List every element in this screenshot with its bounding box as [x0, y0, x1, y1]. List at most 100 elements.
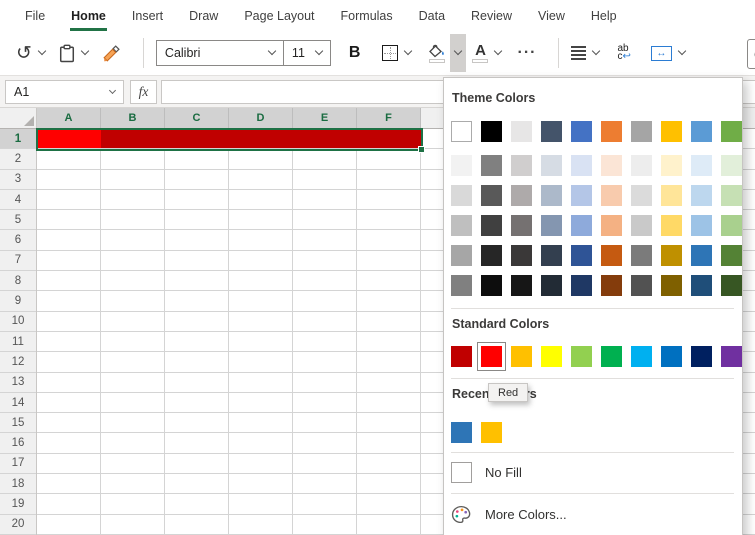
theme-variant-swatch[interactable] [451, 275, 472, 296]
row-header-6[interactable]: 6 [0, 230, 36, 250]
undo-button[interactable]: ↺ [16, 44, 45, 63]
theme-variant-swatch[interactable] [631, 155, 652, 176]
merge-center-button[interactable]: ↔ [651, 46, 685, 61]
menu-item-help[interactable]: Help [578, 0, 630, 31]
theme-variant-swatch[interactable] [631, 245, 652, 266]
insert-function-button[interactable]: fx [130, 80, 157, 104]
standard-color-swatch[interactable] [481, 346, 502, 367]
chevron-down-icon[interactable] [315, 47, 323, 55]
theme-variant-swatch[interactable] [481, 245, 502, 266]
wrap-text-button[interactable]: ab c↩ [617, 45, 630, 61]
column-header-e[interactable]: E [293, 108, 357, 128]
theme-variant-swatch[interactable] [691, 185, 712, 206]
fill-color-dropdown-toggle[interactable] [450, 34, 466, 72]
theme-color-swatch[interactable] [571, 121, 592, 142]
column-header-f[interactable]: F [357, 108, 421, 128]
bold-button[interactable]: B [341, 44, 369, 62]
recent-color-swatch[interactable] [481, 422, 502, 443]
chevron-down-icon[interactable] [38, 47, 46, 55]
theme-color-swatch[interactable] [721, 121, 742, 142]
standard-color-swatch[interactable] [511, 346, 532, 367]
theme-variant-swatch[interactable] [451, 185, 472, 206]
theme-color-swatch[interactable] [631, 121, 652, 142]
theme-variant-swatch[interactable] [481, 155, 502, 176]
theme-variant-swatch[interactable] [511, 155, 532, 176]
paste-button[interactable] [59, 44, 88, 63]
standard-color-swatch[interactable] [571, 346, 592, 367]
number-format-button-partial[interactable]: G [747, 39, 755, 69]
chevron-down-icon[interactable] [404, 47, 412, 55]
column-header-b[interactable]: B [101, 108, 165, 128]
theme-variant-swatch[interactable] [691, 155, 712, 176]
theme-color-swatch[interactable] [451, 121, 472, 142]
column-header-a[interactable]: A [37, 108, 101, 128]
fill-handle[interactable] [418, 146, 425, 153]
font-name-combobox[interactable]: Calibri [156, 40, 284, 66]
row-header-1[interactable]: 1 [0, 129, 36, 149]
theme-variant-swatch[interactable] [541, 155, 562, 176]
theme-variant-swatch[interactable] [691, 215, 712, 236]
theme-variant-swatch[interactable] [571, 275, 592, 296]
standard-color-swatch[interactable] [601, 346, 622, 367]
theme-color-swatch[interactable] [541, 121, 562, 142]
theme-variant-swatch[interactable] [601, 215, 622, 236]
theme-variant-swatch[interactable] [481, 215, 502, 236]
theme-variant-swatch[interactable] [721, 215, 742, 236]
column-header-c[interactable]: C [165, 108, 229, 128]
row-header-7[interactable]: 7 [0, 251, 36, 271]
borders-button[interactable] [382, 45, 411, 61]
no-fill-option[interactable]: No Fill [451, 460, 740, 484]
theme-variant-swatch[interactable] [571, 245, 592, 266]
standard-color-swatch[interactable] [691, 346, 712, 367]
theme-variant-swatch[interactable] [601, 245, 622, 266]
theme-variant-swatch[interactable] [451, 245, 472, 266]
theme-variant-swatch[interactable] [601, 155, 622, 176]
row-header-4[interactable]: 4 [0, 190, 36, 210]
menu-item-review[interactable]: Review [458, 0, 525, 31]
theme-color-swatch[interactable] [481, 121, 502, 142]
standard-color-swatch[interactable] [661, 346, 682, 367]
row-header-20[interactable]: 20 [0, 515, 36, 535]
standard-color-swatch-hovered[interactable] [477, 342, 506, 371]
theme-variant-swatch[interactable] [661, 275, 682, 296]
theme-variant-swatch[interactable] [721, 185, 742, 206]
chevron-down-icon[interactable] [494, 47, 502, 55]
chevron-down-icon[interactable] [678, 47, 686, 55]
row-header-11[interactable]: 11 [0, 332, 36, 352]
theme-variant-swatch[interactable] [631, 185, 652, 206]
row-header-19[interactable]: 19 [0, 494, 36, 514]
theme-variant-swatch[interactable] [511, 215, 532, 236]
column-header-d[interactable]: D [229, 108, 293, 128]
theme-variant-swatch[interactable] [661, 215, 682, 236]
theme-variant-swatch[interactable] [511, 275, 532, 296]
theme-variant-swatch[interactable] [451, 155, 472, 176]
theme-color-swatch[interactable] [661, 121, 682, 142]
align-button[interactable] [571, 46, 599, 60]
row-header-12[interactable]: 12 [0, 352, 36, 372]
theme-variant-swatch[interactable] [691, 245, 712, 266]
more-formatting-button[interactable]: ··· [517, 44, 536, 62]
menu-item-insert[interactable]: Insert [119, 0, 176, 31]
menu-item-home[interactable]: Home [58, 0, 119, 31]
theme-variant-swatch[interactable] [541, 275, 562, 296]
standard-color-swatch[interactable] [721, 346, 742, 367]
row-header-5[interactable]: 5 [0, 210, 36, 230]
theme-variant-swatch[interactable] [481, 275, 502, 296]
menu-item-formulas[interactable]: Formulas [328, 0, 406, 31]
menu-item-file[interactable]: File [12, 0, 58, 31]
theme-variant-swatch[interactable] [541, 215, 562, 236]
theme-variant-swatch[interactable] [571, 215, 592, 236]
theme-variant-swatch[interactable] [661, 155, 682, 176]
menu-item-draw[interactable]: Draw [176, 0, 231, 31]
font-size-combobox[interactable]: 11 [283, 40, 331, 66]
row-header-16[interactable]: 16 [0, 433, 36, 453]
row-header-14[interactable]: 14 [0, 393, 36, 413]
chevron-down-icon[interactable] [268, 47, 276, 55]
chevron-down-icon[interactable] [109, 86, 116, 93]
theme-color-swatch[interactable] [511, 121, 532, 142]
theme-variant-swatch[interactable] [451, 215, 472, 236]
standard-color-swatch[interactable] [631, 346, 652, 367]
row-header-10[interactable]: 10 [0, 312, 36, 332]
theme-variant-swatch[interactable] [661, 245, 682, 266]
theme-variant-swatch[interactable] [571, 155, 592, 176]
